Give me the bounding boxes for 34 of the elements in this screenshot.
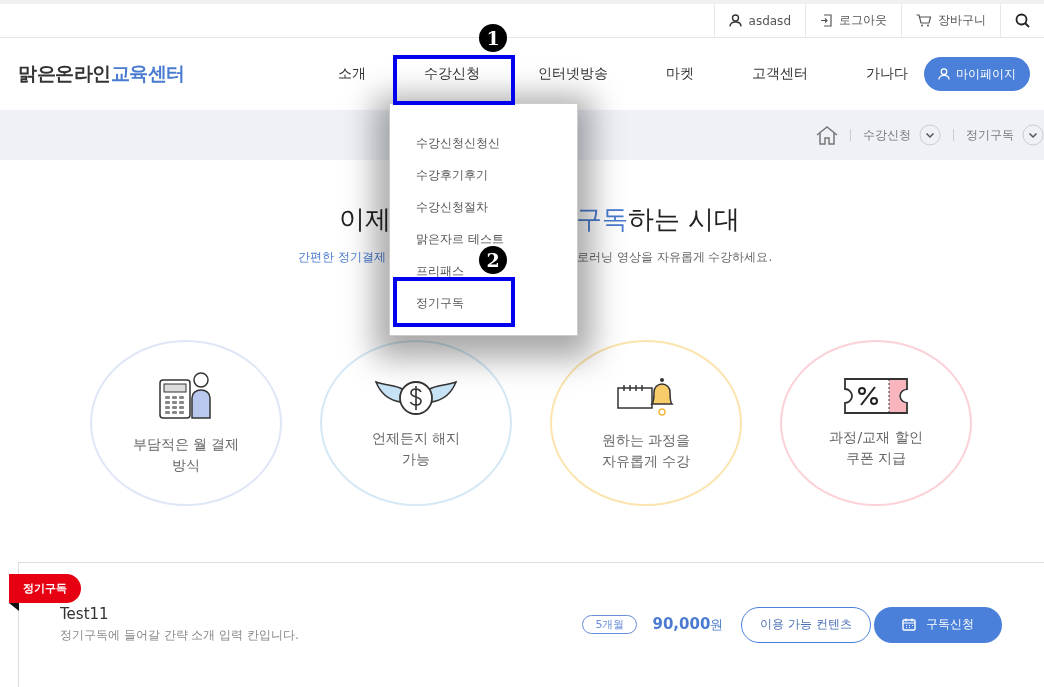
dropdown-item[interactable]: 수강신청신청신: [416, 135, 500, 151]
feature-text: 원하는 과정을 자유롭게 수강: [601, 431, 691, 471]
dropdown-item[interactable]: 프리패스: [416, 263, 464, 279]
nav-item[interactable]: 수강신청: [424, 65, 480, 83]
dropdown-item[interactable]: 수강후기후기: [416, 167, 488, 183]
breadcrumb-item[interactable]: 수강신청: [863, 126, 911, 144]
product-title: Test11: [60, 605, 110, 623]
dropdown-item[interactable]: 정기구독: [416, 295, 464, 311]
feature-text: 언제든지 해지 가능: [371, 429, 461, 469]
breadcrumb-item[interactable]: 정기구독: [966, 126, 1014, 144]
dropdown-item[interactable]: 수강신청절차: [416, 199, 488, 215]
headline: 구독하는 시대: [576, 203, 741, 236]
feature-text: 과정/교재 할인 쿠폰 지급: [829, 428, 923, 468]
nav-item[interactable]: 마켓: [666, 65, 694, 83]
price: 90,000원: [652, 615, 724, 634]
subscribe-button[interactable]: 구독신청: [874, 606, 1002, 643]
username[interactable]: asdasd: [748, 13, 791, 28]
product-description: 정기구독에 들어갈 간략 소개 입력 칸입니다.: [60, 627, 299, 644]
site-logo[interactable]: 맑은온라인교육센터: [18, 61, 185, 87]
subscription-badge: 정기구독: [9, 574, 81, 603]
cart-link[interactable]: 장바구니: [938, 12, 986, 29]
dropdown-item[interactable]: 맑은자르 테스트: [416, 231, 504, 247]
step-number: 1: [479, 24, 507, 52]
subtitle: 간편한 정기결제: [298, 250, 386, 264]
nav-item[interactable]: 소개: [338, 65, 366, 83]
subtitle: 로러닝 영상을 자유롭게 수강하세요.: [577, 249, 773, 266]
nav-item[interactable]: 고객센터: [752, 65, 808, 83]
nav-item[interactable]: 인터넷방송: [538, 65, 608, 83]
feature-text: 부담적은 월 결제 방식: [132, 435, 240, 475]
available-contents-button[interactable]: 이용 가능 컨텐츠: [741, 606, 871, 643]
nav-item[interactable]: 가나다: [866, 65, 908, 83]
headline: 이제: [339, 204, 391, 234]
mypage-button[interactable]: 마이페이지: [924, 57, 1030, 91]
logout-link[interactable]: 로그아웃: [839, 12, 887, 29]
